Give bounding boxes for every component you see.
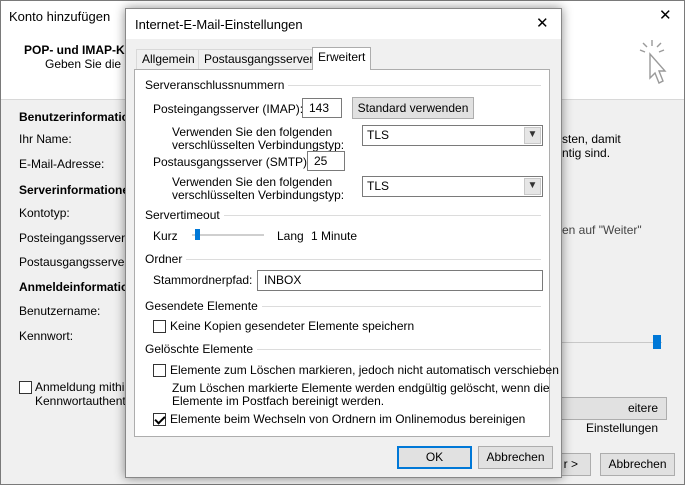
group-server-timeout-heading: Servertimeout [145, 208, 224, 222]
incoming-encryption-select[interactable]: TLS ▼ [362, 125, 543, 146]
mark-for-deletion-label: Elemente zum Löschen markieren, jedoch n… [170, 363, 559, 377]
group-server-ports: Serveranschlussnummern [145, 78, 541, 92]
password-label: Kennwort: [19, 329, 74, 343]
no-copies-label: Keine Kopien gesendeter Elemente speiche… [170, 319, 415, 333]
window-title: Konto hinzufügen [9, 9, 111, 24]
incoming-port-input[interactable]: 143 [302, 98, 342, 118]
spa-checkbox[interactable] [19, 381, 32, 394]
incoming-encryption-value: TLS [367, 128, 390, 142]
advanced-tab-panel: Serveranschlussnummern Posteingangsserve… [134, 69, 559, 437]
chevron-down-icon: ▼ [524, 178, 541, 195]
cancel-button[interactable]: Abbrechen [478, 446, 553, 469]
incoming-server-label: Posteingangsserver: [19, 231, 129, 245]
window-close-icon[interactable]: ✕ [659, 6, 672, 24]
root-folder-label: Stammordnerpfad: [153, 273, 253, 287]
timeout-slider-thumb[interactable] [195, 229, 201, 240]
group-server-timeout: Servertimeout [145, 208, 541, 222]
group-server-ports-heading: Serveranschlussnummern [145, 78, 289, 92]
bg-slider-track [562, 342, 662, 343]
outgoing-encryption-select[interactable]: TLS ▼ [362, 176, 543, 197]
outgoing-server-label: Postausgangsserver ( [19, 255, 136, 269]
cursor-click-icon [639, 40, 667, 84]
header-title: POP- und IMAP-Ko [24, 43, 132, 57]
dialog-close-icon[interactable]: ✕ [536, 14, 549, 32]
info-text-3: en auf "Weiter" [562, 223, 642, 237]
outgoing-port-label: Postausgangsserver (SMTP): [153, 155, 311, 169]
timeout-slider-track[interactable] [192, 234, 264, 236]
spa-label-1: Anmeldung mithil [35, 380, 128, 394]
incoming-encryption-label-2: verschlüsselten Verbindungstyp: [172, 138, 345, 152]
tab-advanced[interactable]: Erweitert [312, 47, 372, 70]
deletion-note-2: Elemente im Postfach bereinigt werden. [172, 394, 385, 408]
more-settings-button[interactable]: eitere Einstellungen [553, 397, 667, 435]
account-type-label: Kontotyp: [19, 206, 70, 220]
spa-label-2: Kennwortauthent [35, 394, 126, 408]
tab-outgoing-server[interactable]: Postausgangsserver [198, 49, 320, 70]
email-label: E-Mail-Adresse: [19, 157, 105, 171]
outgoing-encryption-label-1: Verwenden Sie den folgenden [172, 175, 333, 189]
no-copies-checkbox[interactable] [153, 320, 166, 333]
info-text-1: sten, damit [562, 132, 621, 146]
timeout-value: 1 Minute [311, 229, 358, 243]
group-folders: Ordner [145, 252, 541, 266]
internet-email-settings-dialog: Internet-E-Mail-Einstellungen ✕ Allgemei… [125, 8, 562, 478]
deletion-note-1: Zum Löschen markierte Elemente werden en… [172, 381, 550, 395]
group-sent-items: Gesendete Elemente [145, 299, 541, 313]
purge-items-label: Elemente beim Wechseln von Ordnern im On… [170, 412, 526, 426]
tab-general[interactable]: Allgemein [136, 49, 201, 70]
incoming-port-label: Posteingangsserver (IMAP): [153, 102, 304, 116]
outgoing-encryption-label-2: verschlüsselten Verbindungstyp: [172, 188, 345, 202]
bg-cancel-button[interactable]: Abbrechen [600, 453, 675, 476]
group-folders-heading: Ordner [145, 252, 187, 266]
username-label: Benutzername: [19, 304, 101, 318]
purge-items-checkbox[interactable] [153, 413, 166, 426]
chevron-down-icon: ▼ [524, 127, 541, 144]
use-default-button[interactable]: Standard verwenden [352, 97, 474, 119]
timeout-long-label: Lang [277, 229, 304, 243]
outgoing-encryption-value: TLS [367, 179, 390, 193]
group-deleted-items: Gelöschte Elemente [145, 342, 541, 356]
timeout-short-label: Kurz [153, 229, 178, 243]
root-folder-input[interactable]: INBOX [257, 270, 543, 291]
your-name-label: Ihr Name: [19, 132, 72, 146]
group-sent-items-heading: Gesendete Elemente [145, 299, 262, 313]
mark-for-deletion-checkbox[interactable] [153, 364, 166, 377]
dialog-title: Internet-E-Mail-Einstellungen [135, 17, 303, 32]
outgoing-port-input[interactable]: 25 [307, 151, 345, 171]
ok-button[interactable]: OK [397, 446, 472, 469]
group-deleted-items-heading: Gelöschte Elemente [145, 342, 258, 356]
incoming-encryption-label-1: Verwenden Sie den folgenden [172, 125, 333, 139]
bg-slider-thumb[interactable] [653, 335, 661, 349]
section-server-info: Serverinformationen [19, 183, 137, 197]
info-text-2: ntig sind. [562, 146, 611, 160]
